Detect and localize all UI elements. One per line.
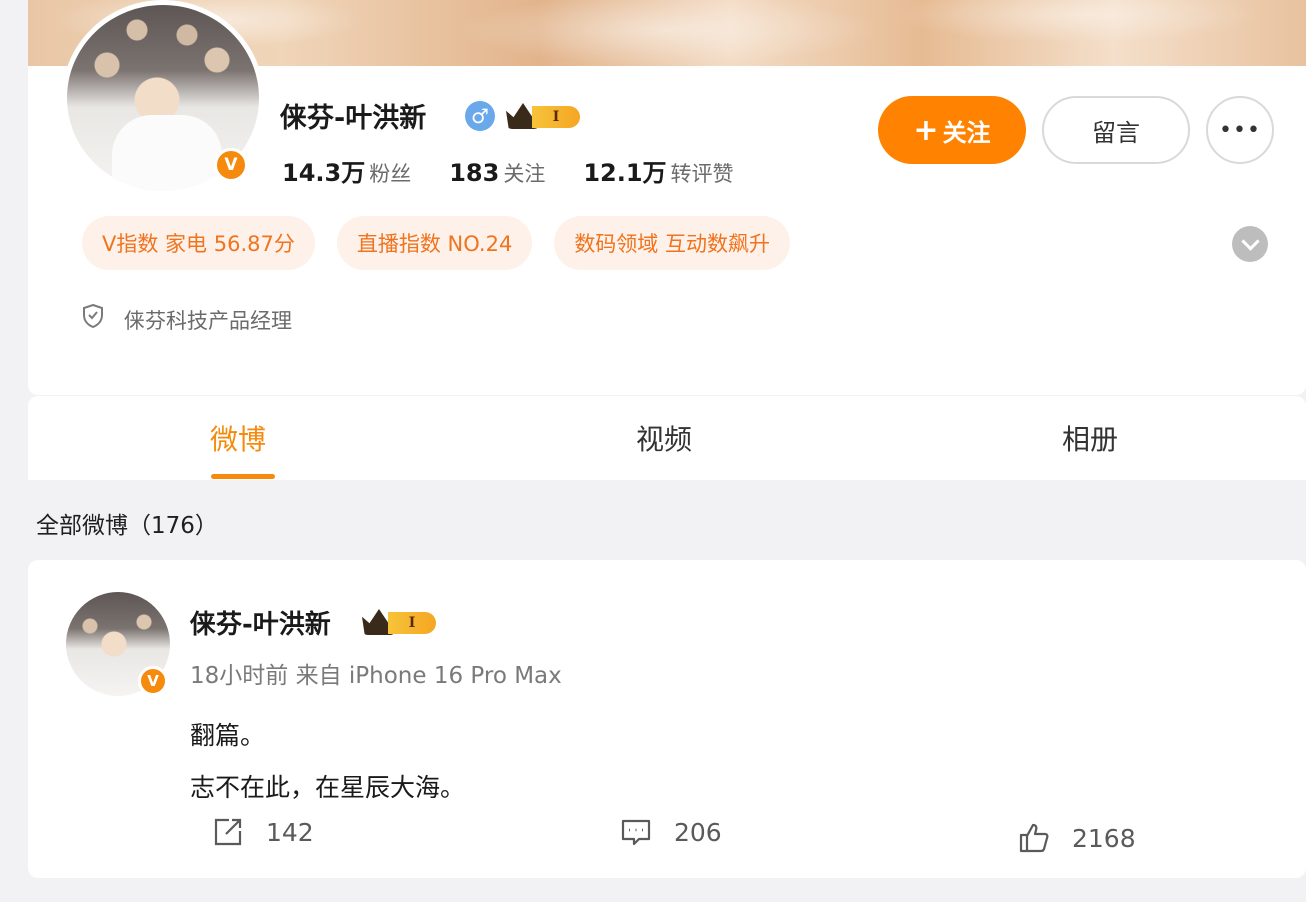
repost-count: 142 bbox=[266, 817, 314, 847]
tag-live-index[interactable]: 直播指数 NO.24 bbox=[336, 216, 533, 270]
chevron-down-icon[interactable] bbox=[1232, 226, 1268, 262]
profile-stats: 14.3万 粉丝 183 关注 12.1万 转评赞 bbox=[282, 153, 734, 188]
tab-album[interactable]: 相册 bbox=[1062, 418, 1118, 458]
member-crown-icon[interactable]: I bbox=[506, 101, 582, 131]
comment-icon bbox=[621, 819, 651, 846]
follow-button[interactable]: + 关注 bbox=[878, 96, 1026, 164]
job-description: 俫芬科技产品经理 bbox=[124, 309, 292, 333]
verified-badge-icon: V bbox=[138, 666, 168, 696]
plus-icon: + bbox=[913, 112, 939, 148]
more-options-button[interactable]: ••• bbox=[1206, 96, 1274, 164]
repost-button[interactable]: 142 bbox=[212, 816, 314, 848]
stat-followers[interactable]: 14.3万 粉丝 bbox=[282, 153, 411, 188]
shield-icon bbox=[83, 304, 103, 328]
tag-v-index[interactable]: V指数 家电 56.87分 bbox=[82, 216, 315, 270]
stat-followers-number: 14.3万 bbox=[282, 159, 366, 187]
stat-interactions-label: 转评赞 bbox=[670, 162, 734, 186]
follow-button-label: 关注 bbox=[942, 118, 991, 147]
post-line: 翻篇。 bbox=[190, 721, 266, 750]
verified-badge-icon: V bbox=[214, 148, 248, 182]
member-crown-icon[interactable]: I bbox=[362, 607, 438, 637]
post-card: V 俫芬-叶洪新 I 18小时前 来自 iPhone 16 Pro Max 翻篇… bbox=[28, 560, 1306, 878]
stat-interactions-number: 12.1万 bbox=[583, 159, 667, 187]
like-count: 2168 bbox=[1072, 823, 1136, 853]
male-icon: ♂ bbox=[465, 101, 495, 131]
post-text: 翻篇。 志不在此，在星辰大海。 bbox=[190, 710, 465, 814]
message-button[interactable]: 留言 bbox=[1042, 96, 1190, 164]
stat-interactions[interactable]: 12.1万 转评赞 bbox=[583, 153, 733, 188]
all-posts-count: 全部微博（176） bbox=[36, 513, 218, 539]
like-button[interactable]: 2168 bbox=[1018, 822, 1136, 854]
tab-video[interactable]: 视频 bbox=[636, 418, 692, 458]
tab-weibo[interactable]: 微博 bbox=[210, 418, 266, 458]
stat-following-label: 关注 bbox=[503, 162, 546, 186]
stat-following[interactable]: 183 关注 bbox=[449, 158, 545, 188]
post-username[interactable]: 俫芬-叶洪新 bbox=[190, 604, 331, 641]
comment-count: 206 bbox=[674, 817, 722, 847]
stat-following-number: 183 bbox=[449, 159, 500, 187]
member-level-label: I bbox=[388, 612, 436, 634]
repost-icon bbox=[214, 818, 242, 846]
tag-digital-domain[interactable]: 数码领域 互动数飙升 bbox=[554, 216, 790, 270]
post-meta: 18小时前 来自 iPhone 16 Pro Max bbox=[190, 663, 562, 689]
profile-card: V 俫芬-叶洪新 ♂ I 14.3万 粉丝 183 关注 12.1万 转评赞 + 关注… bbox=[28, 0, 1306, 395]
profile-username: 俫芬-叶洪新 bbox=[280, 103, 427, 134]
stat-followers-label: 粉丝 bbox=[369, 162, 412, 186]
active-tab-indicator bbox=[211, 474, 275, 479]
profile-tags: V指数 家电 56.87分 直播指数 NO.24 数码领域 互动数飙升 bbox=[82, 216, 790, 270]
comment-button[interactable]: 206 bbox=[620, 816, 722, 848]
member-level-label: I bbox=[532, 106, 580, 128]
profile-tabs: 微博 视频 相册 bbox=[28, 396, 1306, 480]
thumbs-up-icon bbox=[1019, 823, 1049, 853]
post-line: 志不在此，在星辰大海。 bbox=[190, 773, 466, 802]
